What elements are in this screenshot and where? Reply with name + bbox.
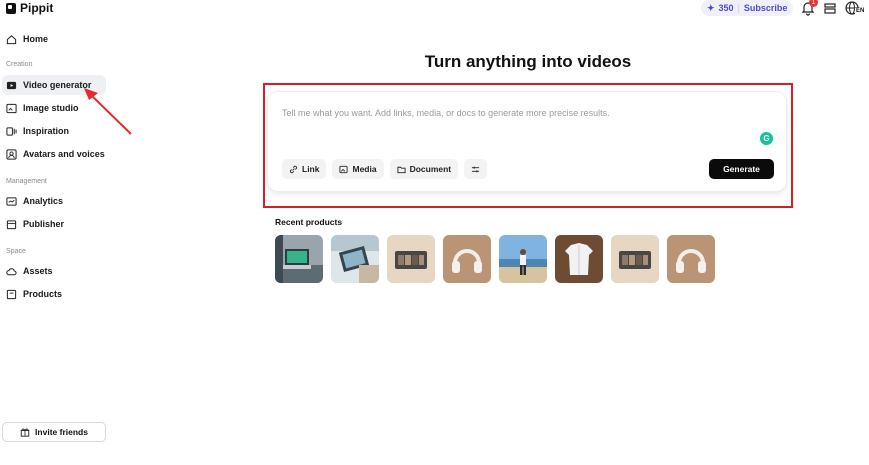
subscribe-link[interactable]: Subscribe (744, 3, 788, 13)
divider: | (737, 3, 740, 13)
box-icon (6, 289, 17, 299)
home-icon (6, 34, 17, 44)
eyeshadow-palette-image (387, 235, 435, 283)
product-thumbnail[interactable] (387, 235, 435, 283)
cloud-icon (6, 267, 17, 275)
sidebar-item-label: Video generator (23, 80, 92, 90)
recent-products-list (275, 235, 715, 283)
inspiration-icon (6, 126, 17, 136)
sidebar-item-avatars-voices[interactable]: Avatars and voices (2, 144, 106, 164)
product-thumbnail[interactable] (555, 235, 603, 283)
inbox-button[interactable] (822, 0, 838, 16)
sidebar-item-label: Inspiration (23, 126, 70, 136)
product-thumbnail[interactable] (611, 235, 659, 283)
product-thumbnail[interactable] (331, 235, 379, 283)
annotation-highlight-box (263, 83, 793, 208)
sidebar-item-label: Assets (23, 266, 53, 276)
analytics-icon (6, 196, 17, 206)
sidebar-item-label: Avatars and voices (23, 149, 105, 159)
notifications-button[interactable]: 1 (800, 0, 818, 16)
section-label-management: Management (6, 178, 47, 185)
sidebar-item-home[interactable]: Home (2, 29, 106, 49)
sparkle-icon: ✦ (707, 2, 715, 13)
sidebar-item-label: Image studio (23, 103, 79, 113)
sidebar-item-image-studio[interactable]: Image studio (2, 98, 106, 118)
sidebar-item-label: Analytics (23, 196, 64, 206)
video-icon (6, 81, 17, 89)
product-thumbnail[interactable] (443, 235, 491, 283)
eyeshadow-palette-image (611, 235, 659, 283)
sidebar-item-assets[interactable]: Assets (2, 261, 106, 281)
tablet-photo-image (331, 235, 379, 283)
gift-icon (20, 428, 30, 437)
section-label-space: Space (6, 248, 26, 255)
language-code: EN (855, 8, 866, 14)
sidebar-item-label: Home (23, 34, 49, 44)
section-label-creation: Creation (6, 61, 33, 68)
sidebar-item-publisher[interactable]: Publisher (2, 214, 106, 234)
headphones-image (443, 235, 491, 283)
calendar-icon (6, 219, 17, 229)
product-thumbnail[interactable] (667, 235, 715, 283)
sidebar-item-label: Products (23, 289, 63, 299)
page-title: Turn anything into videos (424, 52, 632, 71)
headphones-image (667, 235, 715, 283)
language-button[interactable]: EN (844, 0, 866, 16)
notification-badge: 1 (809, 0, 818, 7)
sidebar-item-products[interactable]: Products (2, 284, 106, 304)
product-thumbnail[interactable] (499, 235, 547, 283)
sidebar-item-analytics[interactable]: Analytics (2, 191, 106, 211)
white-shirt-image (555, 235, 603, 283)
avatar-icon (6, 148, 17, 160)
credits-pill[interactable]: ✦ 350 | Subscribe (701, 0, 794, 16)
laptop-photo-image (275, 235, 323, 283)
sidebar-item-label: Publisher (23, 219, 65, 229)
recent-products-title: Recent products (275, 217, 343, 227)
sidebar: Home Creation Video generator Image stud… (0, 0, 110, 465)
image-icon (6, 103, 17, 113)
beach-person-image (499, 235, 547, 283)
invite-label: Invite friends (35, 427, 88, 437)
product-thumbnail[interactable] (275, 235, 323, 283)
sidebar-item-video-generator[interactable]: Video generator (2, 75, 106, 95)
invite-friends-button[interactable]: Invite friends (2, 422, 106, 442)
credits-value: 350 (718, 3, 734, 13)
sidebar-item-inspiration[interactable]: Inspiration (2, 121, 106, 141)
tray-icon (824, 3, 836, 14)
